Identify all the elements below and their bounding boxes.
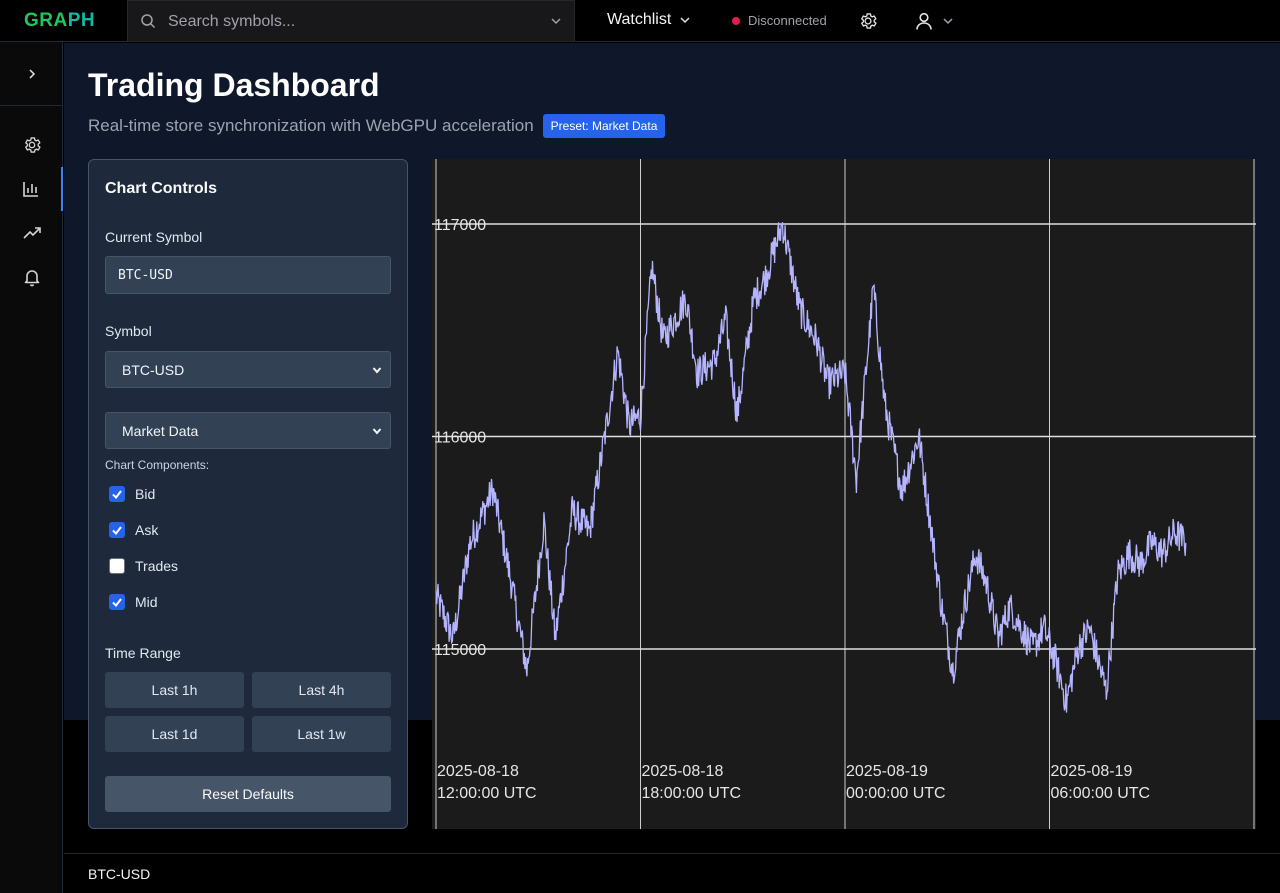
status-footer: BTC-USD: [64, 853, 1280, 893]
time-range-1d-button[interactable]: Last 1d: [105, 716, 244, 752]
page-title: Trading Dashboard: [88, 67, 380, 103]
preset-select[interactable]: Market Data: [105, 412, 391, 449]
symbol-select-value: BTC-USD: [122, 361, 185, 378]
chevron-down-icon: [680, 17, 690, 24]
chart-components-label: Chart Components:: [105, 458, 210, 472]
chevron-down-icon: [943, 18, 953, 25]
chevron-right-icon: [28, 68, 35, 79]
status-dot-icon: [732, 16, 740, 25]
watchlist-dropdown[interactable]: Watchlist: [607, 11, 691, 29]
checkbox-ask[interactable]: Ask: [109, 522, 158, 538]
preset-select-value: Market Data: [122, 422, 199, 439]
checkbox-label: Mid: [135, 594, 158, 610]
checkbox-label: Ask: [135, 522, 159, 538]
y-tick-label: 116000: [434, 430, 486, 447]
x-tick-label: 2025-08-18: [642, 763, 724, 780]
price-series-line: [435, 222, 1187, 713]
settings-gear-icon[interactable]: [858, 11, 878, 31]
checkbox-label: Bid: [135, 486, 156, 502]
time-range-1h-button[interactable]: Last 1h: [105, 672, 244, 708]
checkbox-checked-icon[interactable]: [109, 486, 125, 502]
y-tick-label: 115000: [434, 642, 486, 659]
sidebar-item-settings[interactable]: [0, 123, 63, 167]
symbol-label: Symbol: [105, 323, 152, 339]
current-symbol-label: Current Symbol: [105, 229, 203, 245]
status-text: Disconnected: [748, 13, 827, 28]
sidebar-item-trends[interactable]: [0, 211, 63, 255]
x-tick-label: 2025-08-19: [1051, 763, 1133, 780]
trending-up-icon: [22, 227, 41, 239]
sidebar: [0, 42, 63, 893]
page-subtitle: Real-time store synchronization with Web…: [88, 116, 534, 135]
x-tick-label: 06:00:00 UTC: [1051, 785, 1151, 802]
bell-icon: [24, 270, 39, 287]
logo-text-part2: PH: [67, 10, 96, 31]
checkbox-checked-icon[interactable]: [109, 594, 125, 610]
sidebar-item-charts[interactable]: [0, 167, 63, 211]
page-subtitle-row: Real-time store synchronization with Web…: [88, 114, 666, 138]
watchlist-label: Watchlist: [607, 11, 672, 28]
user-menu[interactable]: [914, 11, 954, 31]
x-tick-label: 00:00:00 UTC: [846, 785, 946, 802]
app-logo[interactable]: GRAPH: [24, 10, 95, 32]
x-tick-label: 2025-08-18: [437, 763, 519, 780]
search-icon: [141, 14, 156, 29]
checkbox-unchecked-icon[interactable]: [109, 558, 125, 574]
checkbox-mid[interactable]: Mid: [109, 594, 158, 610]
checkbox-label: Trades: [135, 558, 179, 574]
footer-symbol: BTC-USD: [88, 866, 151, 882]
current-symbol-input[interactable]: [105, 256, 391, 294]
x-tick-label: 2025-08-19: [846, 763, 928, 780]
y-tick-label: 117000: [434, 217, 486, 234]
time-range-label: Time Range: [105, 645, 181, 661]
chevron-down-icon: [372, 428, 382, 435]
user-icon: [916, 12, 932, 30]
sidebar-toggle[interactable]: [0, 42, 63, 106]
checkbox-bid[interactable]: Bid: [109, 486, 155, 502]
bar-chart-icon: [22, 182, 38, 197]
panel-title: Chart Controls: [105, 180, 217, 197]
logo-text-part1: GRA: [24, 10, 68, 31]
checkbox-trades[interactable]: Trades: [109, 558, 178, 574]
price-chart[interactable]: 2025-08-18 12:00:00 UTC 2025-08-18 18:00:00…: [432, 159, 1256, 829]
symbol-search[interactable]: [127, 0, 575, 42]
preset-badge: Preset: Market Data: [542, 114, 666, 138]
sidebar-item-alerts[interactable]: [0, 255, 63, 299]
chevron-down-icon: [372, 367, 382, 374]
top-bar: GRAPH Watchlist Disconnected: [0, 0, 1280, 42]
time-range-4h-button[interactable]: Last 4h: [252, 672, 391, 708]
symbol-select[interactable]: BTC-USD: [105, 351, 391, 388]
chevron-down-icon[interactable]: [550, 15, 562, 27]
chart-controls-panel: Chart Controls Current Symbol Symbol BTC…: [88, 159, 408, 829]
reset-defaults-button[interactable]: Reset Defaults: [105, 776, 391, 812]
x-tick-label: 18:00:00 UTC: [642, 785, 742, 802]
checkbox-checked-icon[interactable]: [109, 522, 125, 538]
connection-status: Disconnected: [732, 13, 827, 28]
search-input[interactable]: [168, 10, 528, 34]
time-range-1w-button[interactable]: Last 1w: [252, 716, 391, 752]
gear-icon: [24, 137, 41, 153]
x-tick-label: 12:00:00 UTC: [437, 785, 537, 802]
price-chart-svg: 2025-08-18 12:00:00 UTC 2025-08-18 18:00:00…: [432, 159, 1256, 829]
